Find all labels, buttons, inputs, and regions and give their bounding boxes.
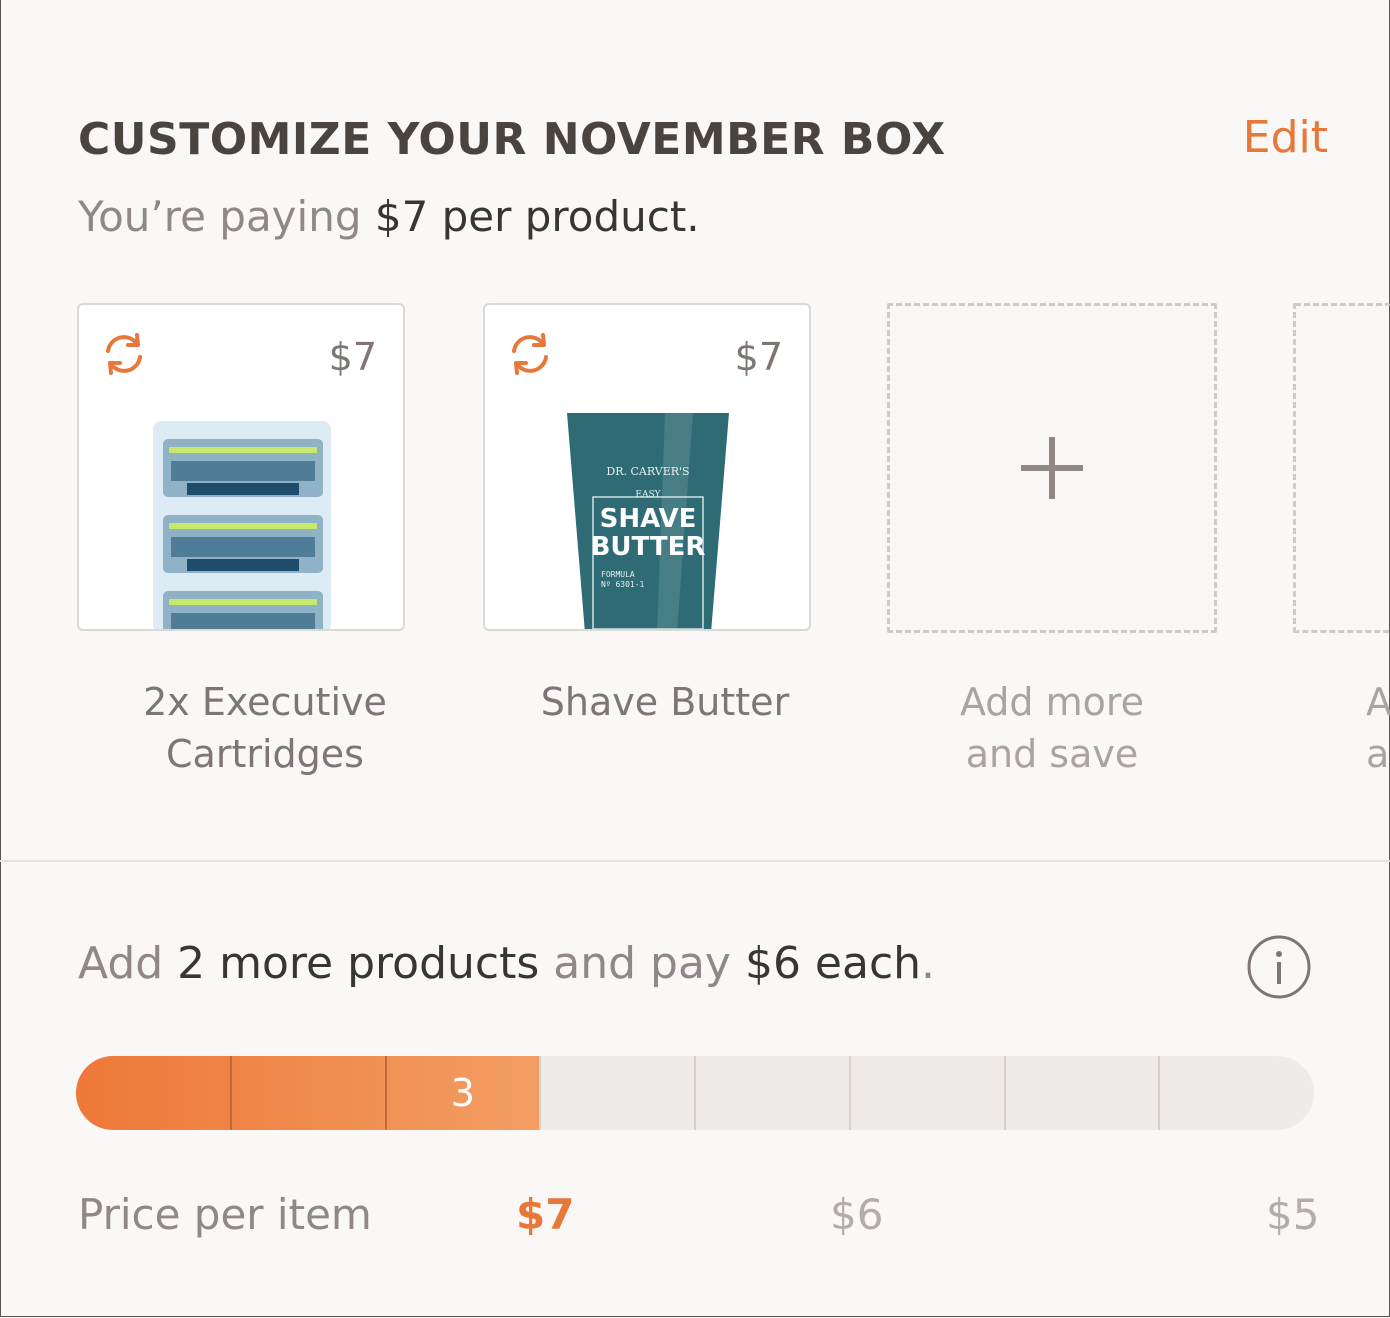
add-slot-label: Add more and save [959,680,1145,776]
upsell-message: Add 2 more products and pay $6 each. [78,938,936,989]
refresh-icon[interactable] [505,329,555,379]
progress-count: 3 [450,1071,475,1115]
section-title: CUSTOMIZE YOUR NOVEMBER BOX [78,114,946,165]
product-card-cartridges[interactable]: $7 [77,303,405,631]
price-tier-next: $6 [830,1190,884,1239]
plus-icon [1021,437,1083,499]
refresh-icon[interactable] [99,329,149,379]
info-icon[interactable] [1246,934,1312,1000]
tube-formula-no: Nº 6301-1 [601,580,645,589]
tube-butter: BUTTER [591,532,706,562]
product-price: $7 [734,335,783,379]
edit-button[interactable]: Edit [1243,112,1328,163]
progress-tick [694,1056,696,1130]
tube-shave: SHAVE [600,504,697,534]
product-label-cartridges: 2x Executive Cartridges [143,680,387,776]
progress-tick [848,1056,851,1130]
progress-tick [229,1056,232,1130]
add-slot-label-2: A a [1366,680,1390,776]
price-summary: You’re paying $7 per product. [78,192,700,241]
price-tier-current: $7 [516,1190,575,1239]
price-tier-best: $5 [1266,1190,1320,1239]
tube-easy: EASY [635,490,661,500]
product-price: $7 [328,335,377,379]
product-label-shave-butter: Shave Butter [540,680,790,724]
progress-tick [1003,1056,1006,1130]
tube-formula: FORMULA [601,570,635,579]
progress-tick [1158,1056,1161,1130]
tube-brand: DR. CARVER'S [606,465,689,478]
section-divider [0,860,1390,862]
add-product-slot[interactable] [887,303,1217,633]
shave-butter-image: DR. CARVER'S EASY SHAVE BUTTER FORMULA N… [567,413,729,629]
add-product-slot-2[interactable] [1293,303,1390,633]
price-per-item-label: Price per item [78,1190,372,1239]
cartridges-image [153,421,331,629]
product-card-shave-butter[interactable]: $7 DR. CARVER'S EASY SHAVE BUTTER FORMUL… [483,303,811,631]
tier-progress-bar: 3 [76,1056,1314,1130]
